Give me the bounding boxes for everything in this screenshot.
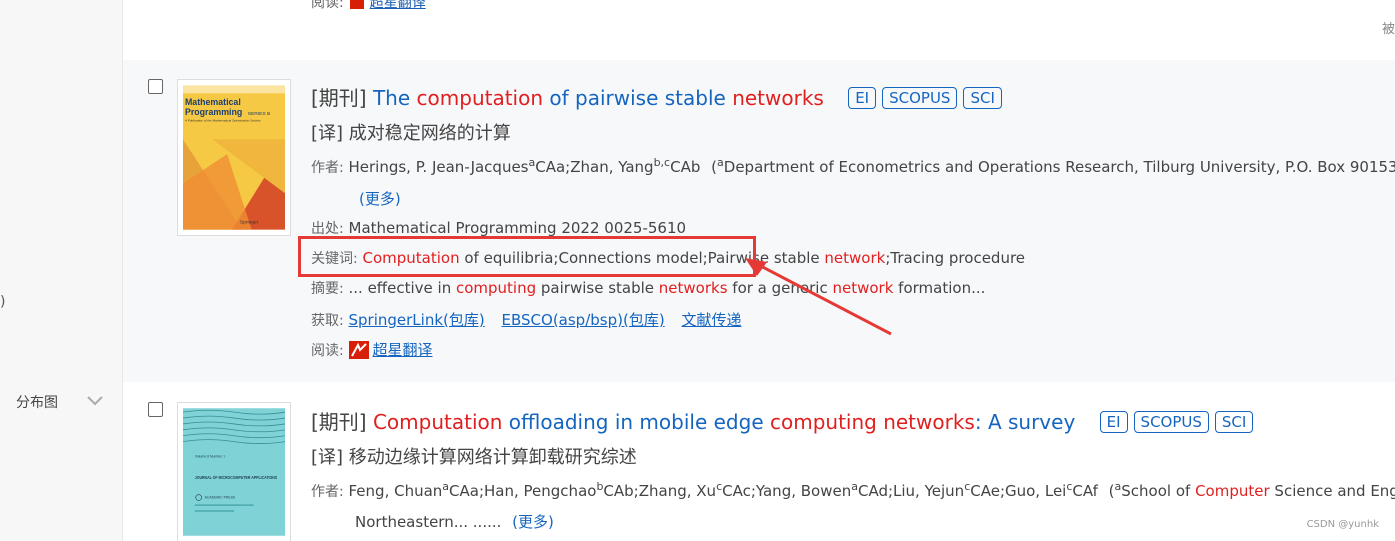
more-link[interactable]: (更多) [359,190,401,208]
index-badges: EI SCOPUS SCI [1094,410,1254,434]
author-text: CAd;Liu, Yejun [857,482,965,500]
abstract-text: pairwise stable [536,279,659,297]
more-row: (更多) [359,188,401,209]
author-text: Feng, Chuan [348,482,443,500]
annotation-highlight-box [298,236,756,277]
affiliation: School of [1121,482,1196,500]
author-text: CAa;Zhan, Yang [535,158,654,176]
filter-sidebar: ) 分布图 [0,0,123,541]
search-results-page: ) 分布图 阅读: 超星翻译 被 Mathematical Programmin… [0,0,1395,541]
source-label: 出处: [311,221,344,237]
chevron-down-icon[interactable] [84,390,106,412]
read-label: 阅读: [311,343,344,359]
springerlink-link[interactable]: SpringerLink(包库) [349,311,485,329]
type-tag: [期刊] [311,410,367,434]
access-label: 获取: [311,313,344,329]
badge-sci: SCI [963,87,1002,109]
author-text: CAb [670,158,701,176]
authors-label: 作者: [311,160,344,176]
aff-sup: a [717,156,724,169]
read-link[interactable]: 超星翻译 [373,341,433,359]
keyword-text: ;Tracing procedure [885,249,1026,267]
result-item: Volume 8 Number 1 JOURNAL OF MICROCOMPUT… [123,383,1395,541]
author-sup: b,c [653,156,671,169]
access-row: 获取: SpringerLink(包库) EBSCO(asp/bsp)(包库) … [311,309,741,330]
author-sup: a [851,480,858,493]
abstract-label: 摘要: [311,281,344,297]
badge-scopus: SCOPUS [1133,411,1209,433]
badge-ei: EI [1099,411,1128,433]
document-delivery-link[interactable]: 文献传递 [681,311,741,329]
abstract-hl: networks [658,279,728,297]
title-link[interactable]: The computation of pairwise stable netwo… [373,86,824,110]
affiliation-hl: Computer [1195,482,1270,500]
abstract-hl: computing [455,279,537,297]
cover-image: Mathematical Programming SERIES B A Publ… [183,85,285,230]
select-checkbox[interactable] [148,402,163,417]
author-text: CAf [1072,482,1098,500]
cover-publisher: ACADEMIC PRESS [205,495,236,499]
more-link[interactable]: (更多) [512,513,554,531]
cover-image: Volume 8 Number 1 JOURNAL OF MICROCOMPUT… [183,408,285,536]
translated-title: [译] 移动边缘计算网络计算卸载研究综述 [311,447,637,468]
author-text: CAe;Guo, Lei [970,482,1067,500]
source-row: 出处: Mathematical Programming 2022 0025-5… [311,218,686,238]
read-link[interactable]: 超星翻译 [370,0,426,11]
chaoxing-logo-icon [349,0,364,9]
result-title: [期刊] The computation of pairwise stable … [311,82,1002,111]
read-row: 阅读: 超星翻译 [311,339,433,360]
affiliation: Department of Econometrics and Operation… [723,158,1395,176]
cover-series: SERIES B [248,111,271,117]
author-text: CAc;Yang, Bowen [722,482,852,500]
badge-sci: SCI [1214,411,1254,433]
badge-scopus: SCOPUS [882,87,958,109]
cover-title: JOURNAL OF MICROCOMPUTER APPLICATIONS [195,475,278,481]
type-tag: [期刊] [311,86,367,110]
ebsco-link[interactable]: EBSCO(asp/bsp)(包库) [502,311,665,329]
affiliation-cont: Northeastern... ...... [355,513,502,531]
author-text: Herings, P. Jean-Jacques [348,158,529,176]
cover-volume: Volume 8 Number 1 [195,454,225,458]
badge-ei: EI [848,87,877,109]
annotation-arrow [745,258,892,336]
source-value: Mathematical Programming 2022 0025-5610 [348,219,687,237]
author-text: CAa;Han, Pengchao [449,482,597,500]
cover-publisher: Springer [240,220,259,226]
cover-title-1: Mathematical [185,97,241,107]
authors-row: 作者: Herings, P. Jean-Jacques a CAa;Zhan, Y… [311,156,1395,177]
title-link[interactable]: Computation offloading in mobile edge co… [373,410,1075,434]
translated-title: [译] 成对稳定网络的计算 [311,123,511,144]
journal-cover[interactable]: Mathematical Programming SERIES B A Publ… [177,79,291,236]
results-list: 阅读: 超星翻译 被 Mathematical Programming SERIE… [123,0,1395,541]
authors-label: 作者: [311,484,344,500]
cited-cut-text: 被 [1381,22,1395,37]
distribution-chart-toggle[interactable]: 分布图 [16,392,58,412]
journal-cover[interactable]: Volume 8 Number 1 JOURNAL OF MICROCOMPUT… [177,402,291,541]
cover-title-2: Programming [185,107,242,117]
sidebar-cut-text: ) [0,294,6,310]
result-title: [期刊] Computation offloading in mobile ed… [311,406,1254,435]
abstract-text: formation... [893,279,986,297]
previous-result-tail: 阅读: 超星翻译 被 [123,0,1395,60]
read-row: 阅读: 超星翻译 [311,0,426,12]
authors-row-2: Northeastern... ...... (更多) [355,511,554,532]
index-badges: EI SCOPUS SCI [842,86,1002,110]
chaoxing-logo-icon [348,341,369,359]
abstract-text: ... effective in [348,279,456,297]
read-label: 阅读: [311,0,344,11]
author-text: CAb;Zhang, Xu [603,482,717,500]
watermark: CSDN @yunhk [1306,519,1379,530]
authors-row: 作者: Feng, ChuanaCAa;Han, PengchaobCAb;Zh… [311,480,1395,501]
select-checkbox[interactable] [148,79,163,94]
affiliation: Science and Enginee [1274,482,1395,500]
cover-subtitle: A Publication of the Mathematical Optimi… [185,119,261,123]
